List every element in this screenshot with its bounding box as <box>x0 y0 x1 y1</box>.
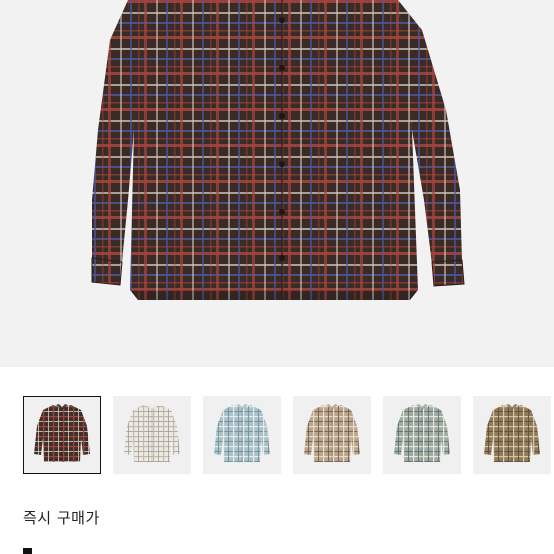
shirt-thumbnail-icon <box>124 404 180 462</box>
product-main-image[interactable] <box>0 0 554 367</box>
shirt-thumbnail-icon <box>484 404 540 462</box>
price-value <box>23 548 32 554</box>
color-thumbnail-blue-plaid[interactable] <box>203 396 281 474</box>
shirt-thumbnail-icon <box>304 404 360 462</box>
color-thumbnail-brown-plaid[interactable] <box>23 396 101 474</box>
color-thumbnail-beige-plaid[interactable] <box>293 396 371 474</box>
color-thumbnail-white-plaid[interactable] <box>113 396 191 474</box>
shirt-thumbnail-icon <box>394 404 450 462</box>
color-thumbnail-grey-plaid[interactable] <box>383 396 461 474</box>
color-thumbnail-list <box>23 396 551 474</box>
shirt-thumbnail-icon <box>34 404 90 462</box>
shirt-thumbnail-icon <box>214 404 270 462</box>
instant-buy-price-label: 즉시 구매가 <box>23 509 100 527</box>
plaid-shirt-image <box>91 0 465 300</box>
color-thumbnail-olive-plaid[interactable] <box>473 396 551 474</box>
